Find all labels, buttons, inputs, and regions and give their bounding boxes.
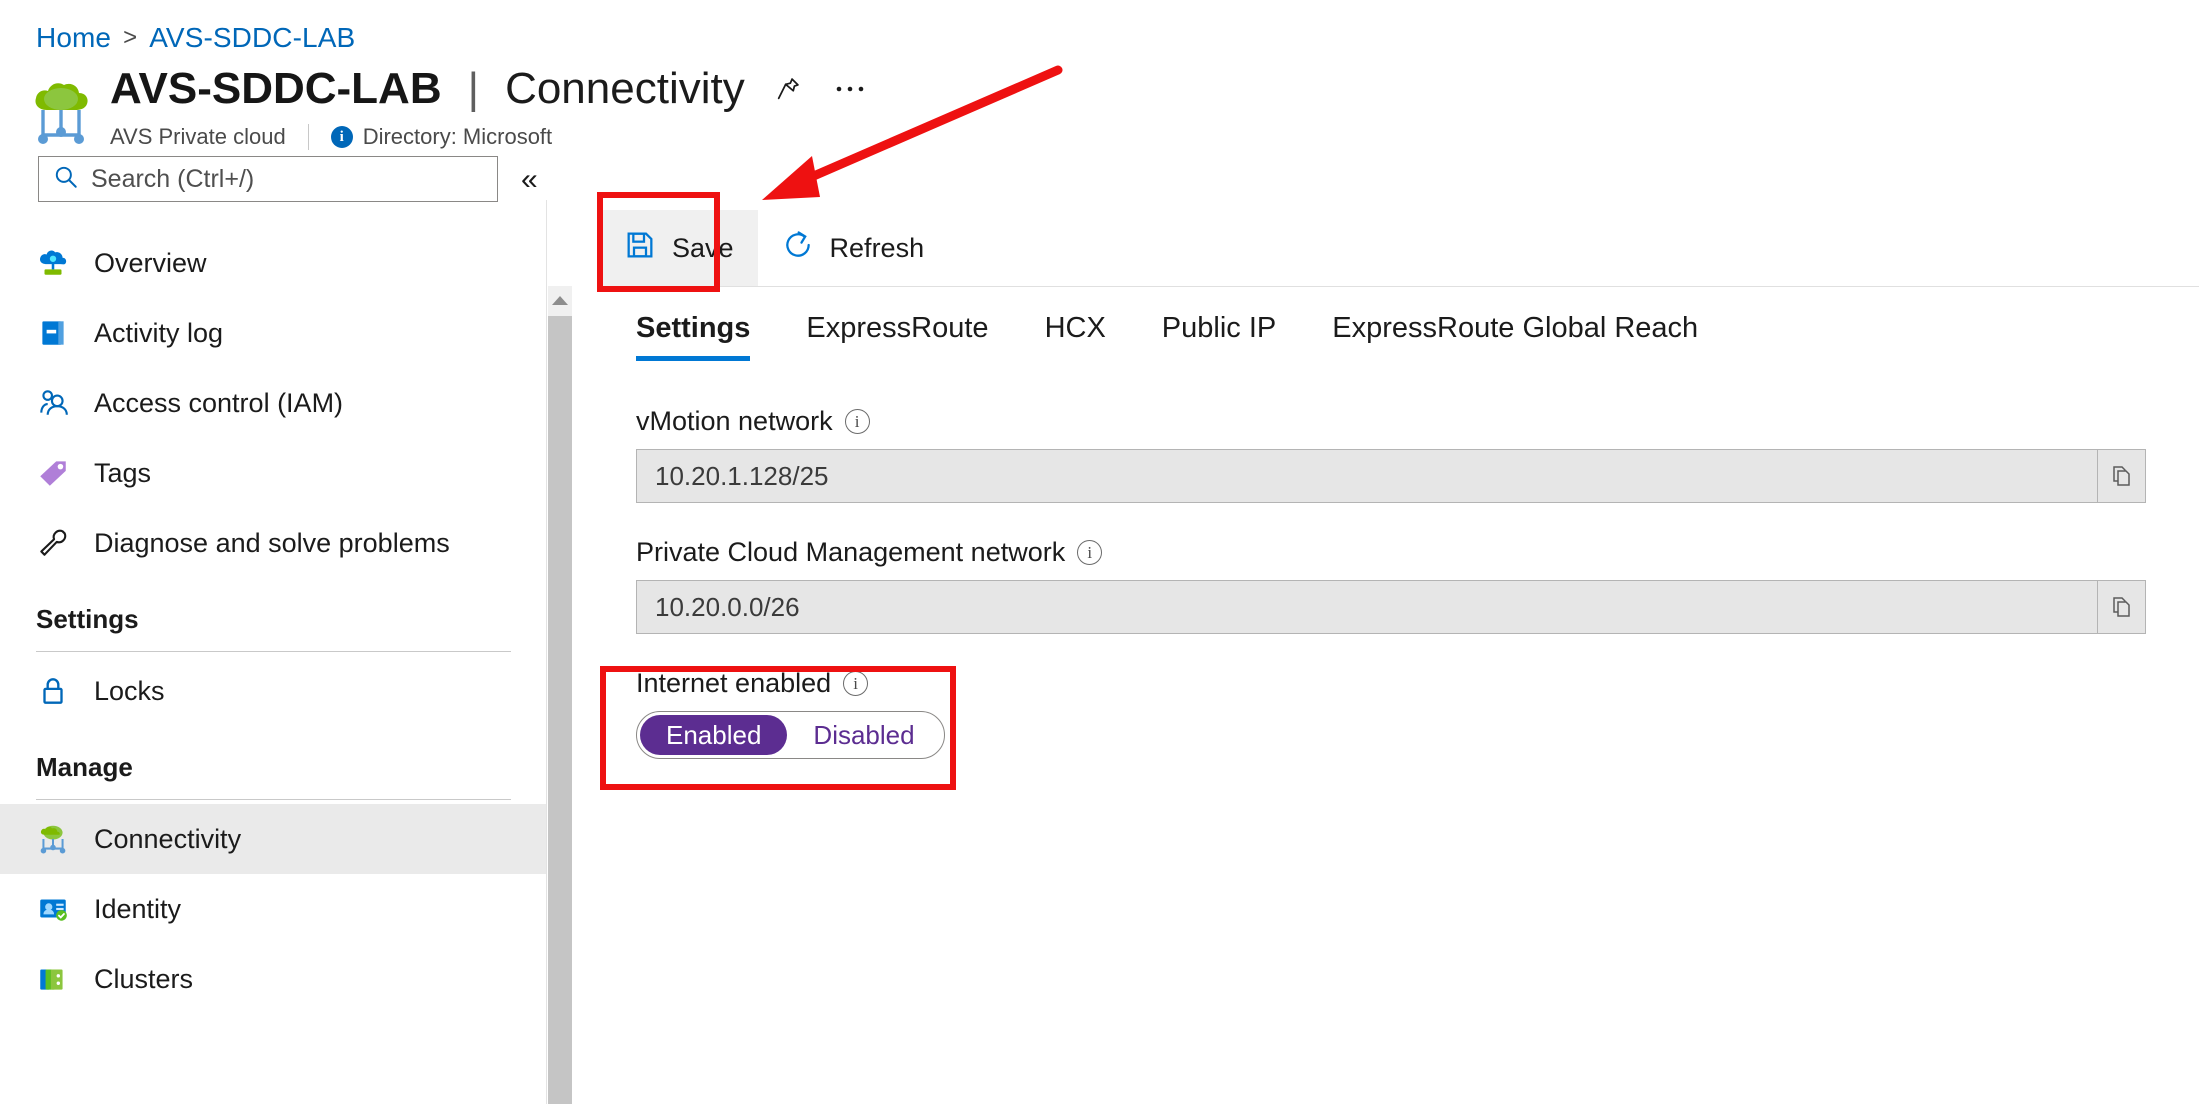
sidebar-item-tags[interactable]: Tags [0,438,547,508]
tab-label: Public IP [1162,312,1276,344]
pin-icon[interactable] [769,70,807,108]
tab-label: HCX [1045,312,1106,344]
tab-label: ExpressRoute Global Reach [1332,312,1698,344]
sidebar-nav-list: Overview Activity log [0,228,547,1014]
vmotion-network-label: vMotion network [636,406,833,437]
save-floppy-icon [624,229,656,268]
breadcrumb-separator-icon: > [123,24,137,52]
lock-icon [36,674,70,708]
resource-type-label: AVS Private cloud [110,124,286,150]
connectivity-settings-form: vMotion network i 10.20.1.128/25 Private… [636,406,2146,759]
breadcrumb: Home > AVS-SDDC-LAB [36,22,355,54]
management-network-label: Private Cloud Management network [636,537,1065,568]
sidebar-item-clusters[interactable]: Clusters [0,944,547,1014]
identity-icon [36,892,70,926]
wrench-icon [36,526,70,560]
copy-icon[interactable] [2098,449,2146,503]
sidebar-item-connectivity[interactable]: Connectivity [0,804,547,874]
toggle-option-enabled[interactable]: Enabled [640,715,787,755]
internet-enabled-label: Internet enabled [636,668,831,699]
page-header: AVS-SDDC-LAB | Connectivity [30,66,869,150]
sidebar: Search (Ctrl+/) « Overview [0,150,547,1104]
refresh-button-label: Refresh [830,233,925,264]
tags-icon [36,456,70,490]
sidebar-section-title-settings: Settings [0,578,547,635]
avs-private-cloud-icon [30,80,92,148]
sidebar-item-label: Clusters [94,964,193,995]
access-control-icon [36,386,70,420]
search-icon [53,164,79,195]
refresh-button[interactable]: Refresh [758,210,949,286]
section-divider [36,799,511,800]
toggle-option-disabled[interactable]: Disabled [787,715,940,755]
page-title-separator: | [466,66,481,112]
sidebar-item-label: Identity [94,894,181,925]
search-input-wrapper: Search (Ctrl+/) [38,156,498,202]
sidebar-item-label: Diagnose and solve problems [94,528,450,559]
vmotion-network-field: 10.20.1.128/25 [636,449,2146,503]
ellipsis-icon[interactable] [831,70,869,108]
clusters-icon [36,962,70,996]
sidebar-item-label: Access control (IAM) [94,388,343,419]
search-input[interactable]: Search (Ctrl+/) [38,156,498,202]
info-icon[interactable]: i [843,671,868,696]
sidebar-item-label: Activity log [94,318,223,349]
sidebar-item-overview[interactable]: Overview [0,228,547,298]
connectivity-icon [36,822,70,856]
tab-expressroute[interactable]: ExpressRoute [778,312,1016,361]
sidebar-divider [546,200,547,1104]
directory-label: Directory: Microsoft [363,124,552,150]
internet-enabled-toggle[interactable]: Enabled Disabled [636,711,945,759]
breadcrumb-current[interactable]: AVS-SDDC-LAB [149,22,355,54]
vmotion-network-value: 10.20.1.128/25 [636,449,2098,503]
info-icon: i [331,126,353,148]
tab-bar: Settings ExpressRoute HCX Public IP Expr… [636,312,1726,361]
sidebar-item-access-control[interactable]: Access control (IAM) [0,368,547,438]
command-bar-divider [600,286,2199,287]
page-subtitle: AVS Private cloud i Directory: Microsoft [110,124,869,150]
sidebar-item-diagnose[interactable]: Diagnose and solve problems [0,508,547,578]
overview-cloud-icon [36,246,70,280]
tab-label: ExpressRoute [806,312,988,344]
subtitle-divider [308,124,309,150]
tab-expressroute-global-reach[interactable]: ExpressRoute Global Reach [1304,312,1726,361]
sidebar-item-locks[interactable]: Locks [0,656,547,726]
management-network-label-row: Private Cloud Management network i [636,537,2146,568]
info-icon[interactable]: i [1077,540,1102,565]
scroll-up-arrow-icon[interactable] [548,286,572,314]
tab-active-indicator [636,356,750,361]
sidebar-item-label: Connectivity [94,824,241,855]
tab-hcx[interactable]: HCX [1017,312,1134,361]
tab-label: Settings [636,312,750,344]
section-divider [36,651,511,652]
save-button[interactable]: Save [600,210,758,286]
sidebar-item-label: Locks [94,676,165,707]
info-icon[interactable]: i [845,409,870,434]
copy-icon[interactable] [2098,580,2146,634]
tab-settings[interactable]: Settings [636,312,778,361]
page-title: AVS-SDDC-LAB | Connectivity [110,66,869,112]
search-placeholder: Search (Ctrl+/) [91,165,254,194]
collapse-sidebar-icon[interactable]: « [521,165,538,195]
save-button-label: Save [672,233,734,264]
sidebar-item-label: Overview [94,248,207,279]
azure-portal-page: Home > AVS-SDDC-LAB AVS-SDDC-LA [0,0,2199,1104]
sidebar-section-title-manage: Manage [0,726,547,783]
sidebar-item-label: Tags [94,458,151,489]
tab-public-ip[interactable]: Public IP [1134,312,1304,361]
sidebar-item-activity-log[interactable]: Activity log [0,298,547,368]
internet-enabled-label-row: Internet enabled i [636,668,2146,699]
internet-enabled-block: Internet enabled i Enabled Disabled [636,668,2146,759]
command-bar: Save Refresh [600,210,948,286]
page-title-page: Connectivity [505,66,745,112]
vmotion-network-label-row: vMotion network i [636,406,2146,437]
refresh-icon [782,229,814,268]
page-title-resource: AVS-SDDC-LAB [110,66,442,112]
sidebar-item-identity[interactable]: Identity [0,874,547,944]
content-scrollbar-thumb[interactable] [548,316,572,1104]
management-network-field: 10.20.0.0/26 [636,580,2146,634]
breadcrumb-home[interactable]: Home [36,22,111,54]
activity-log-icon [36,316,70,350]
management-network-value: 10.20.0.0/26 [636,580,2098,634]
